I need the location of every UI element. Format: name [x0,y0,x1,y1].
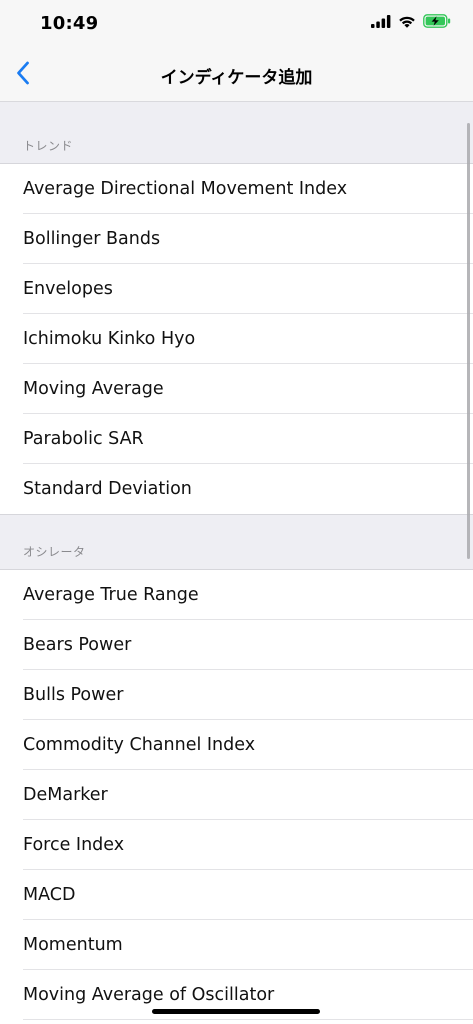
list-item-label: Bollinger Bands [23,229,161,249]
list-item-label: Ichimoku Kinko Hyo [23,329,196,349]
list-item-label: Bulls Power [23,685,124,705]
navigation-bar: インディケータ追加 [0,50,473,102]
list-item-label: Bears Power [23,635,132,655]
list-item-average-true-range[interactable]: Average True Range [0,570,473,620]
list-item-envelopes[interactable]: Envelopes [0,264,473,314]
section-header-trend: トレンド [0,102,473,164]
list-item-moving-average[interactable]: Moving Average [0,364,473,414]
status-time: 10:49 [40,13,99,34]
status-icons [371,14,451,28]
list-item-label: Average Directional Movement Index [23,179,348,199]
list-item-label: Force Index [23,835,125,855]
status-bar: 10:49 [0,0,473,50]
list-item-macd[interactable]: MACD [0,870,473,920]
list-item-label: Moving Average of Oscillator [23,985,275,1005]
list-item-demarker[interactable]: DeMarker [0,770,473,820]
list-item-momentum[interactable]: Momentum [0,920,473,970]
list-item-bulls-power[interactable]: Bulls Power [0,670,473,720]
list-item-label: Moving Average [23,379,164,399]
list-item-standard-deviation[interactable]: Standard Deviation [0,464,473,514]
section-header-oscillator: オシレータ [0,514,473,570]
list-item-parabolic-sar[interactable]: Parabolic SAR [0,414,473,464]
list-item-average-directional-movement-index[interactable]: Average Directional Movement Index [0,164,473,214]
list-item-bollinger-bands[interactable]: Bollinger Bands [0,214,473,264]
list-item-label: Envelopes [23,279,113,299]
cellular-signal-icon [371,14,391,28]
list-item-force-index[interactable]: Force Index [0,820,473,870]
list-item-label: Average True Range [23,585,199,605]
section-header-label: トレンド [23,139,74,153]
wifi-icon [398,15,416,28]
indicator-list[interactable]: トレンド Average Directional Movement Index … [0,102,473,1024]
list-item-label: Parabolic SAR [23,429,144,449]
home-indicator[interactable] [152,1009,320,1014]
list-item-label: DeMarker [23,785,108,805]
section-header-label: オシレータ [23,545,86,559]
list-item-label: MACD [23,885,76,905]
list-item-bears-power[interactable]: Bears Power [0,620,473,670]
page-title: インディケータ追加 [160,68,313,88]
list-item-label: Momentum [23,935,123,955]
scroll-indicator[interactable] [467,123,470,559]
list-item-commodity-channel-index[interactable]: Commodity Channel Index [0,720,473,770]
battery-charging-icon [423,14,451,28]
list-item-label: Standard Deviation [23,479,192,499]
list-item-ichimoku-kinko-hyo[interactable]: Ichimoku Kinko Hyo [0,314,473,364]
list-item-label: Commodity Channel Index [23,735,256,755]
